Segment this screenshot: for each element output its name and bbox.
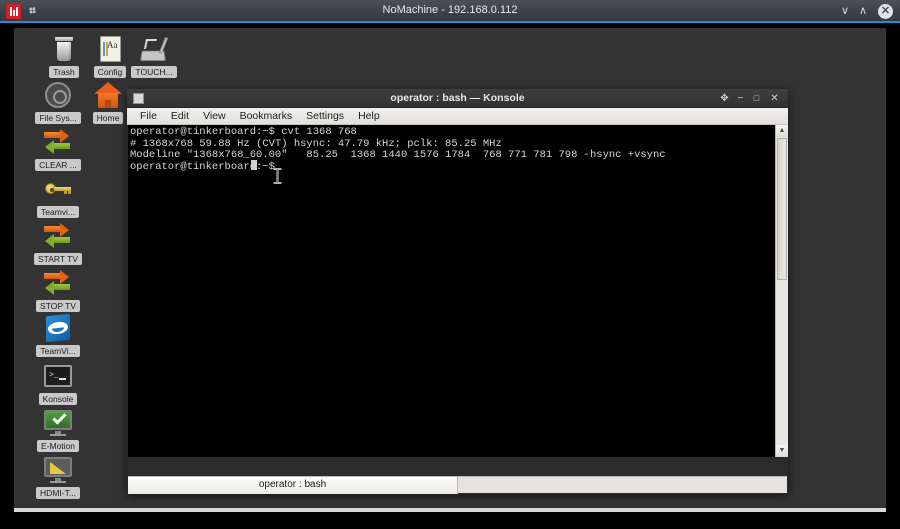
nomachine-close-button[interactable]: ✕ [878,4,893,19]
konsole-titlebar[interactable]: operator : bash — Konsole ✥ − □ ✕ [127,89,788,108]
swap-arrows-icon [42,127,74,157]
desktop-icon-touch[interactable]: TOUCH... [126,34,182,78]
monitor-check-icon [42,408,74,438]
konsole-window: operator : bash — Konsole ✥ − □ ✕ File E… [127,89,788,494]
desktop-icon-start-tv[interactable]: START TV [30,221,86,265]
desktop-icon-label: STOP TV [36,300,80,312]
menu-item-view[interactable]: View [196,109,233,123]
scroll-down-arrow-icon[interactable]: ▼ [776,445,788,457]
terminal-icon: >_ [42,361,74,391]
desktop-icon-label: TeamVi... [36,345,79,357]
terminal-scrollbar[interactable]: ▲ ▼ [775,125,788,457]
konsole-minimize-button[interactable]: − [734,92,747,105]
konsole-menubar: File Edit View Bookmarks Settings Help [127,108,788,125]
nomachine-titlebar: ❖ NoMachine - 192.168.0.112 ∨ ∧ ✕ [0,0,900,23]
desktop-icon-file-system[interactable]: File Sys... [30,80,86,124]
nomachine-minimize-button[interactable]: ∨ [838,4,852,18]
desktop-icon-stop-tv[interactable]: STOP TV [30,268,86,312]
monitor-warning-icon [42,455,74,485]
tab-operator-bash[interactable]: operator : bash [128,477,458,494]
desktop-icon-label: Trash [49,66,78,78]
desktop-icon-label: Konsole [39,393,78,405]
desktop-icon-label: Config [94,66,127,78]
terminal-text-cursor [251,160,257,170]
filesystem-disc-icon [42,80,74,110]
text-document-icon: Aa [94,34,126,64]
konsole-close-button[interactable]: ✕ [768,92,781,105]
desktop-icon-teamviewer[interactable]: TeamVi... [30,313,86,357]
konsole-maximize-button[interactable]: □ [750,92,763,105]
menu-item-settings[interactable]: Settings [299,109,351,123]
nomachine-maximize-button[interactable]: ∧ [856,4,870,18]
graphics-tablet-icon [138,34,170,64]
trash-icon [48,34,80,64]
nomachine-remote-desktop-window: ❖ NoMachine - 192.168.0.112 ∨ ∧ ✕ Trash … [0,0,900,529]
desktop-icon-label: HDMI-T... [36,487,80,499]
nomachine-window-title: NoMachine - 192.168.0.112 [0,0,900,21]
desktop-icon-hdmi-test[interactable]: HDMI-T... [30,455,86,499]
swap-arrows-icon [42,268,74,298]
desktop-icon-e-motion[interactable]: E-Motion [30,408,86,452]
remote-desktop-area: Trash Aa Config TOUCH... File Sys... Hom… [14,28,886,512]
key-icon [42,174,74,204]
desktop-icon-label: START TV [34,253,82,265]
desktop-icon-label: File Sys... [35,112,80,124]
desktop-icon-konsole[interactable]: >_ Konsole [30,361,86,405]
konsole-tabbar: operator : bash [128,476,787,493]
menu-item-bookmarks[interactable]: Bookmarks [233,109,300,123]
swap-arrows-icon [42,221,74,251]
terminal-output-area[interactable]: operator@tinkerboard:~$ cvt 1368 768 # 1… [128,125,787,457]
teamviewer-icon [42,313,74,343]
menu-item-file[interactable]: File [133,109,164,123]
desktop-icon-teamviewer-key[interactable]: Teamvi... [30,174,86,218]
scroll-up-arrow-icon[interactable]: ▲ [776,125,788,137]
desktop-icon-label: TOUCH... [131,66,176,78]
desktop-icon-label: Teamvi... [37,206,79,218]
home-folder-icon [92,80,124,110]
tabbar-empty-space [458,477,787,493]
desktop-icon-label: CLEAR ... [35,159,81,171]
terminal-text: operator@tinkerboard:~$ cvt 1368 768 # 1… [130,127,771,173]
konsole-window-title: operator : bash — Konsole [127,89,788,108]
desktop-icon-clear[interactable]: CLEAR ... [30,127,86,171]
menu-item-help[interactable]: Help [351,109,387,123]
scrollbar-thumb[interactable] [777,138,787,280]
desktop-icon-label: Home [93,112,124,124]
desktop-icon-label: E-Motion [37,440,79,452]
konsole-keep-above-button[interactable]: ✥ [718,92,731,105]
mouse-ibeam-cursor [272,168,283,184]
menu-item-edit[interactable]: Edit [164,109,196,123]
